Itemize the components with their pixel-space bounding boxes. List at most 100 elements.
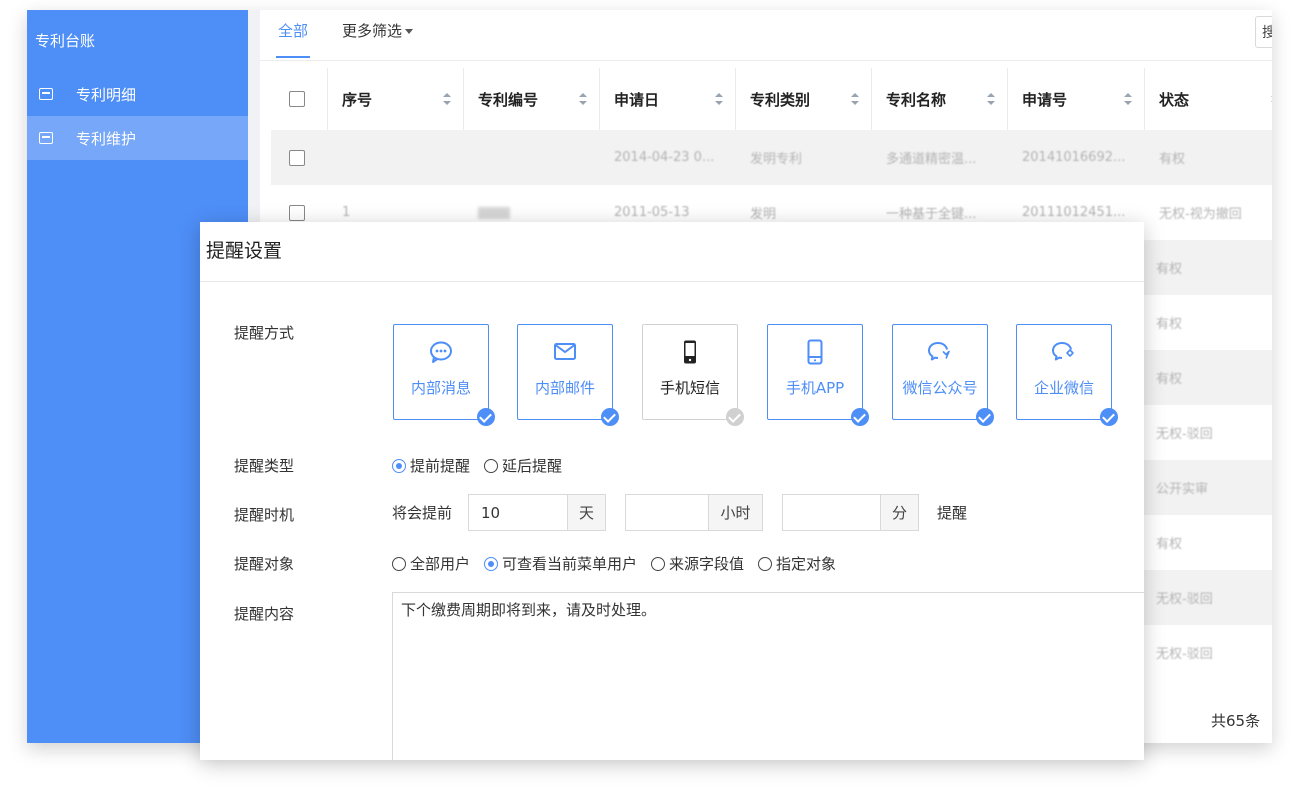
cell-status: 有权 [1142, 515, 1272, 570]
hours-input[interactable] [625, 494, 710, 531]
minutes-unit: 分 [881, 494, 920, 531]
reminder-type-group: 提前提醒 延后提醒 [392, 455, 576, 476]
header-label: 序号 [342, 90, 373, 109]
status-text: 无权-驳回 [1156, 427, 1213, 442]
reminder-target-group: 全部用户 可查看当前菜单用户 来源字段值 指定对象 [392, 553, 850, 574]
cell-status: 有权 [1142, 350, 1272, 405]
check-icon [477, 408, 495, 426]
column-header-app-no[interactable]: 申请号 [1008, 68, 1145, 130]
radio-dot[interactable] [651, 556, 666, 571]
radio-advance-reminder[interactable]: 提前提醒 [392, 455, 470, 476]
radio-dot[interactable] [392, 458, 406, 473]
radio-all-users[interactable]: 全部用户 [392, 553, 470, 574]
sort-icon[interactable] [987, 93, 995, 105]
radio-label: 延后提醒 [502, 457, 563, 475]
divider [260, 60, 1272, 61]
radio-menu-viewers[interactable]: 可查看当前菜单用户 [484, 553, 637, 574]
reminder-settings-dialog: 提醒设置 提醒方式 内部消息 内部邮件 手机短信 手机APP 微信公众号 企业微… [200, 222, 1144, 760]
reminder-content-textarea[interactable]: 下个缴费周期即将到来，请及时处理。 [392, 592, 1144, 760]
caret-down-icon [405, 29, 414, 34]
select-all-cell [271, 68, 328, 130]
cell-status: 无权-视为撤回 [1159, 207, 1242, 222]
row-checkbox[interactable] [289, 149, 305, 166]
sort-icon[interactable] [715, 93, 723, 105]
radio-delayed-reminder[interactable]: 延后提醒 [484, 455, 562, 476]
method-label-text: 内部消息 [410, 379, 471, 397]
cell-category: 发明专利 [750, 152, 803, 167]
folder-icon [39, 88, 53, 100]
check-icon [976, 408, 994, 426]
method-option-sms[interactable]: 手机短信 [642, 324, 744, 426]
status-text: 公开实审 [1156, 482, 1209, 497]
header-label: 状态 [1159, 90, 1190, 109]
tab-label: 更多筛选 [342, 22, 403, 40]
table-row[interactable]: 2014-04-23 0... 发明专利 多通道精密温... 201410166… [271, 130, 1272, 185]
type-label: 提醒类型 [234, 457, 295, 475]
cell-index [328, 130, 464, 185]
method-option-internal-message[interactable]: 内部消息 [393, 324, 495, 426]
sidebar-item-patent-maintenance[interactable]: 专利维护 [27, 116, 248, 160]
method-label-text: 企业微信 [1033, 379, 1094, 397]
search-input[interactable]: 搜 [1255, 16, 1272, 48]
radio-dot[interactable] [484, 556, 499, 571]
days-unit: 天 [568, 494, 607, 531]
minutes-input[interactable] [782, 494, 882, 531]
dialog-title: 提醒设置 [206, 240, 283, 262]
chat-bubble-icon [430, 341, 452, 363]
column-header-name[interactable]: 专利名称 [872, 68, 1008, 130]
tab-all[interactable]: 全部 [275, 10, 311, 58]
sort-icon[interactable] [851, 93, 859, 105]
radio-dot[interactable] [758, 556, 773, 571]
sort-icon[interactable] [579, 93, 587, 105]
radio-label: 指定对象 [776, 555, 837, 573]
sort-icon[interactable] [443, 93, 451, 105]
status-text: 有权 [1156, 317, 1183, 332]
wecom-icon [1052, 342, 1074, 361]
tab-bar: 全部 更多筛选 [275, 10, 447, 60]
status-text: 有权 [1156, 372, 1183, 387]
days-input[interactable]: 10 [468, 494, 569, 531]
check-icon [601, 408, 619, 426]
cell-date: 2014-04-23 0... [614, 150, 715, 165]
sort-icon[interactable] [1124, 93, 1132, 105]
cell-status: 有权 [1142, 240, 1272, 295]
target-label: 提醒对象 [234, 555, 295, 573]
timing-prefix: 将会提前 [392, 504, 453, 522]
radio-dot[interactable] [392, 556, 406, 571]
check-icon [726, 408, 744, 426]
method-option-wecom[interactable]: 企业微信 [1016, 324, 1118, 426]
timing-suffix: 提醒 [937, 504, 968, 522]
status-text: 无权-驳回 [1156, 592, 1213, 607]
cell-name: 多通道精密温... [886, 152, 977, 167]
sidebar-item-patent-detail[interactable]: 专利明细 [27, 72, 248, 116]
total-count: 共65条 [1211, 712, 1261, 730]
cell-status: 公开实审 [1142, 460, 1272, 515]
hours-unit: 小时 [709, 494, 764, 531]
sort-icon[interactable] [1271, 93, 1272, 105]
column-header-status[interactable]: 状态 [1145, 68, 1272, 130]
method-label: 提醒方式 [234, 324, 295, 342]
radio-dot[interactable] [484, 458, 499, 473]
column-header-date[interactable]: 申请日 [600, 68, 736, 130]
radio-label: 可查看当前菜单用户 [502, 555, 638, 573]
column-header-category[interactable]: 专利类别 [736, 68, 872, 130]
cell-number [464, 130, 600, 185]
header-label: 专利编号 [478, 90, 539, 109]
header-label: 专利类别 [750, 90, 811, 109]
sidebar-item-label: 专利维护 [76, 129, 137, 148]
tab-more-filters[interactable]: 更多筛选 [342, 10, 414, 58]
header-label: 申请日 [614, 90, 660, 109]
radio-specified-target[interactable]: 指定对象 [758, 553, 836, 574]
header-label: 专利名称 [886, 90, 947, 109]
radio-source-field[interactable]: 来源字段值 [651, 553, 744, 574]
tab-label: 全部 [278, 22, 309, 40]
method-option-mobile-app[interactable]: 手机APP [767, 324, 869, 426]
row-checkbox[interactable] [289, 204, 305, 221]
sidebar-title: 专利台账 [35, 32, 96, 50]
select-all-checkbox[interactable] [289, 91, 305, 107]
method-option-wechat-official[interactable]: 微信公众号 [892, 324, 994, 426]
method-option-internal-mail[interactable]: 内部邮件 [517, 324, 619, 426]
column-header-number[interactable]: 专利编号 [464, 68, 600, 130]
radio-label: 来源字段值 [669, 555, 745, 573]
column-header-index[interactable]: 序号 [328, 68, 464, 130]
